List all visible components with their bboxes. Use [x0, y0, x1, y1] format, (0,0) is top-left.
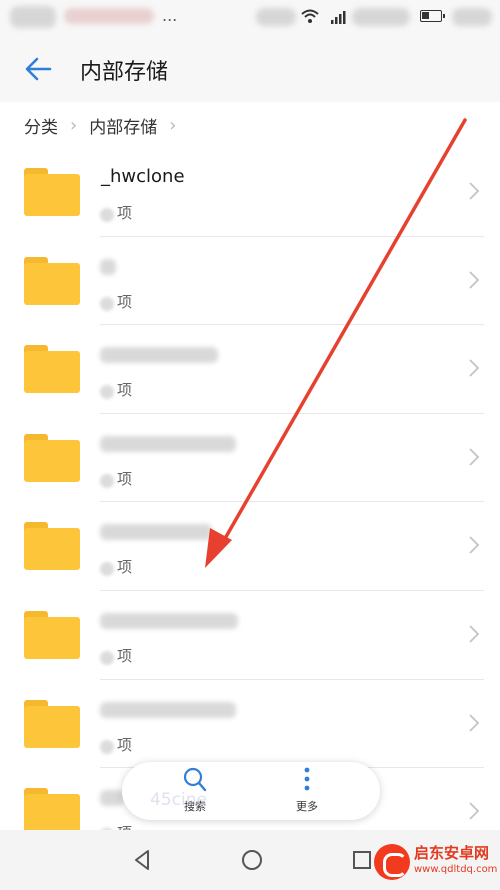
folder-row[interactable]: 项: [0, 680, 500, 769]
folder-item-count-label: 项: [117, 204, 133, 222]
chevron-right-icon: [469, 802, 480, 820]
breadcrumb: 分类 › 内部存储 ›: [0, 102, 500, 148]
blurred-count: [100, 296, 114, 311]
folder-item-count-label: 项: [117, 646, 133, 665]
folder-row[interactable]: 项: [0, 325, 500, 414]
page-title: 内部存储: [80, 60, 169, 85]
chevron-right-icon: [469, 448, 480, 466]
status-bar: ...: [0, 0, 500, 34]
blurred-folder-name: [100, 347, 218, 364]
app-bar: 内部存储: [0, 34, 500, 102]
folder-icon: [24, 788, 80, 837]
blurred-folder-name: [100, 524, 212, 541]
battery-icon: [420, 10, 445, 22]
wifi-icon: [301, 9, 319, 23]
chevron-right-icon: ›: [70, 114, 78, 136]
folder-item-count-label: 项: [117, 292, 133, 311]
signal-icon: [331, 11, 346, 24]
folder-icon: [24, 168, 80, 216]
blurred-count: [100, 650, 114, 665]
folder-row[interactable]: 项: [0, 414, 500, 503]
folder-icon: [24, 699, 80, 748]
blurred-count: [100, 385, 114, 400]
logo-url: www.qdltdq.com: [414, 864, 498, 875]
blurred-folder-name: [100, 258, 116, 275]
chevron-right-icon: [469, 182, 480, 200]
status-dots: ...: [162, 6, 178, 25]
blurred-count: [100, 208, 114, 222]
more-label: 更多: [296, 800, 318, 813]
more-vertical-icon: [304, 767, 310, 791]
arrow-left-icon[interactable]: [22, 52, 56, 86]
folder-item-count-label: 项: [117, 558, 133, 577]
chevron-right-icon: [469, 270, 480, 289]
chevron-right-icon: [469, 359, 480, 377]
logo-mark-icon: [374, 844, 410, 880]
chevron-right-icon: ›: [169, 114, 177, 136]
folder-icon: [24, 256, 80, 305]
blurred-count: [100, 562, 114, 577]
folder-item-count-label: 项: [117, 469, 133, 488]
blurred-folder-name: [100, 701, 236, 718]
blurred-area: [10, 6, 56, 28]
blurred-folder-name: [100, 790, 124, 807]
folder-icon: [24, 522, 80, 571]
folder-item-count-label: 项: [117, 381, 133, 400]
blurred-count: [100, 739, 114, 754]
folder-list: _hwclone 项 项 项 项 项 项 项: [0, 148, 500, 857]
blurred-area: [352, 8, 410, 26]
system-nav-bar: 启东安卓网 www.qdltdq.com: [0, 830, 500, 890]
back-triangle-icon[interactable]: [128, 846, 156, 874]
chevron-right-icon: [469, 536, 480, 555]
folder-row[interactable]: 项: [0, 237, 500, 326]
blurred-area: [256, 8, 296, 26]
folder-name: _hwclone: [101, 166, 185, 187]
blurred-folder-name: [100, 612, 238, 629]
chevron-right-icon: [469, 625, 480, 643]
home-circle-icon[interactable]: [238, 846, 266, 874]
breadcrumb-item-internal-storage[interactable]: 内部存储: [89, 113, 157, 138]
folder-row[interactable]: 项: [0, 502, 500, 591]
folder-icon: [24, 433, 80, 482]
watermark-text: 45cine: [150, 790, 207, 810]
blurred-area: [452, 8, 492, 26]
folder-icon: [24, 610, 80, 659]
folder-item-count-label: 项: [117, 735, 133, 754]
breadcrumb-item-category[interactable]: 分类: [24, 113, 58, 138]
site-logo: 启东安卓网 www.qdltdq.com: [370, 836, 500, 890]
blurred-area: [64, 8, 154, 24]
folder-icon: [24, 345, 80, 394]
blurred-count: [100, 473, 114, 488]
blurred-folder-name: [100, 435, 236, 452]
chevron-right-icon: [469, 713, 480, 732]
more-button[interactable]: 更多: [262, 766, 352, 816]
folder-row[interactable]: 项: [0, 591, 500, 680]
logo-name: 启东安卓网: [414, 844, 490, 862]
folder-row[interactable]: _hwclone 项: [0, 148, 500, 237]
